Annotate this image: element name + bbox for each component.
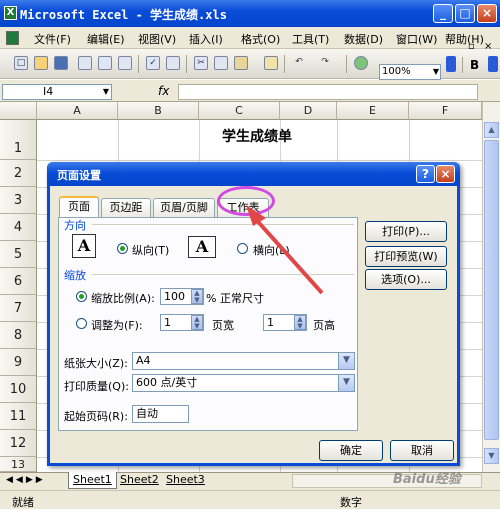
watermark-logo: Baidu经验 [393,472,461,487]
annotation-arrow-icon [246,205,324,295]
